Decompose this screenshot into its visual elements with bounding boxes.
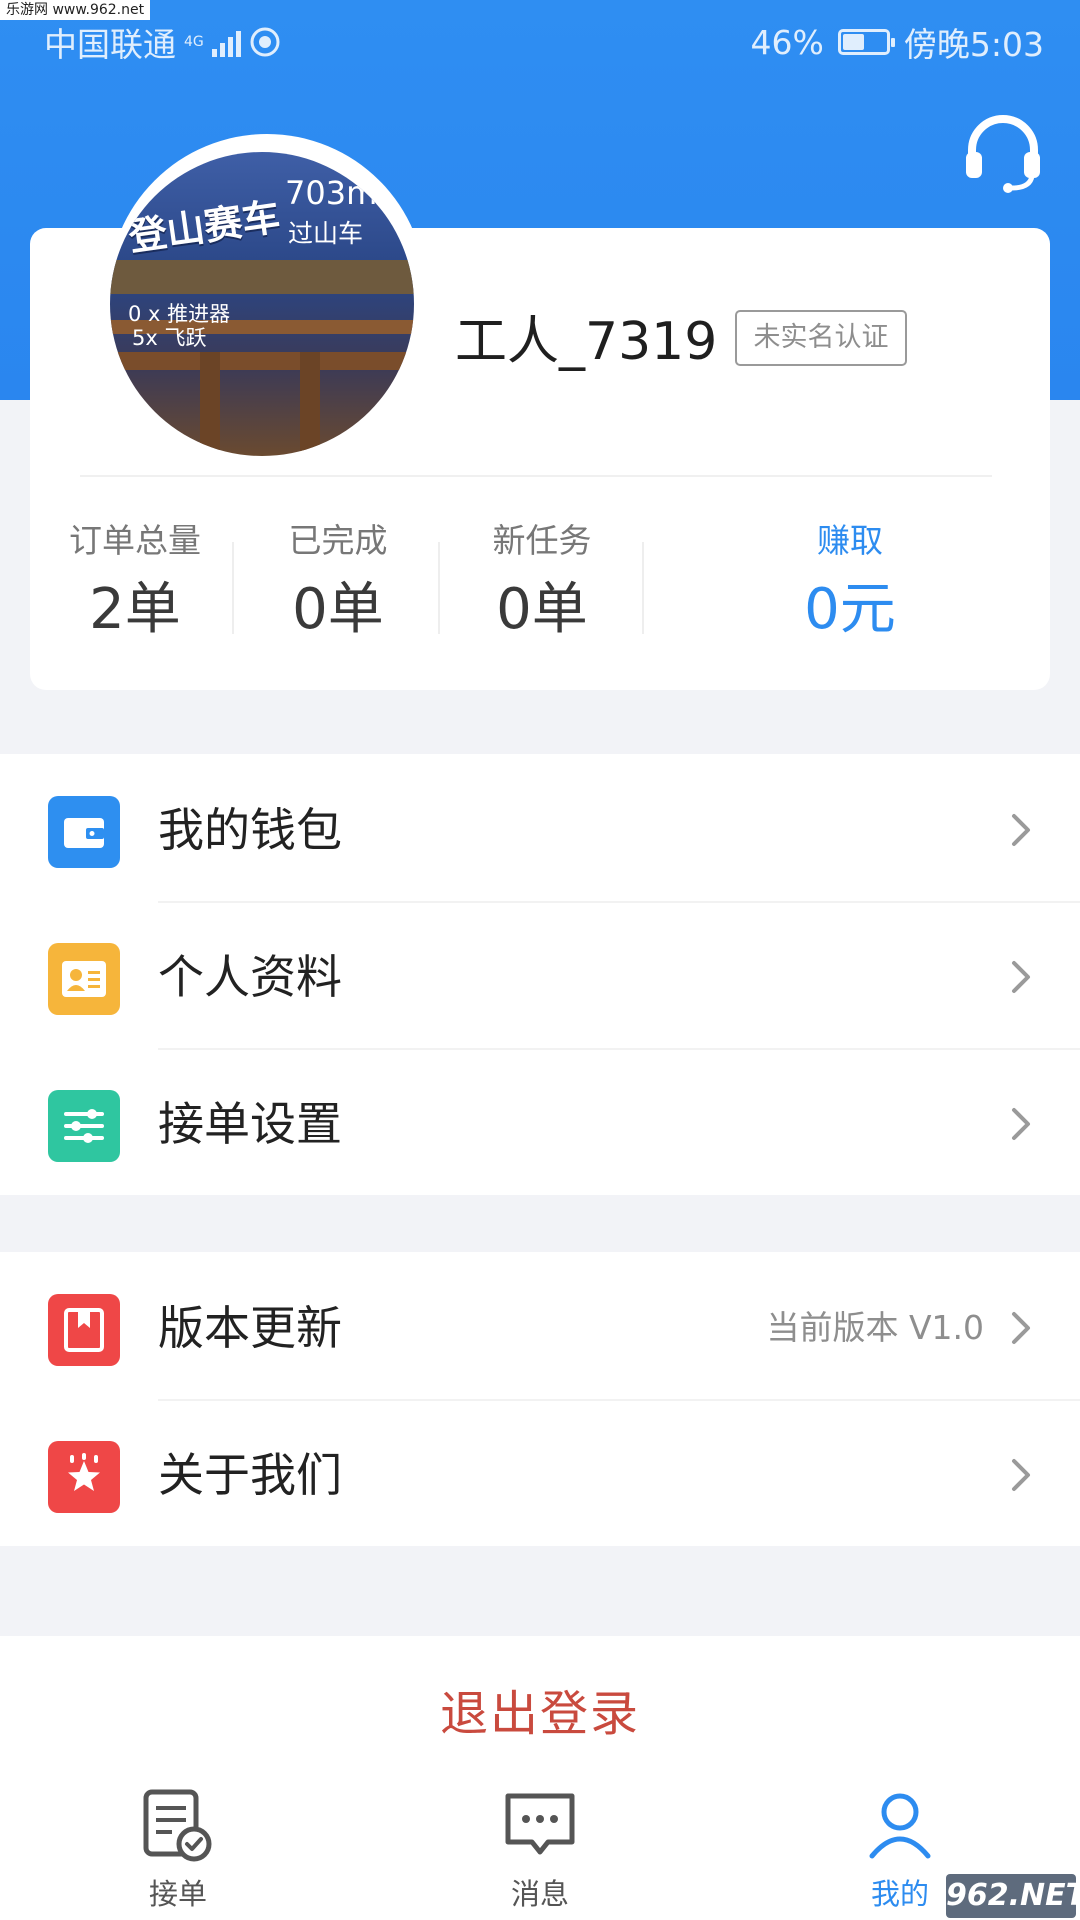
menu-item-wallet[interactable]: 我的钱包: [0, 754, 1080, 901]
menu-label: 版本更新: [158, 1301, 342, 1355]
tab-label: 接单: [148, 1877, 207, 1911]
avatar-art-beam: [110, 260, 414, 294]
menu-label: 个人资料: [158, 950, 342, 1004]
message-icon: [505, 1793, 575, 1855]
id-card-icon: [48, 943, 120, 1015]
chevron-right-icon: [1012, 1312, 1030, 1344]
watermark-top-left: 乐游网 www.962.net: [0, 0, 151, 20]
menu-item-about-us[interactable]: 关于我们: [0, 1399, 1080, 1546]
avatar-art-beam: [300, 352, 320, 456]
stat-divider: [232, 542, 234, 634]
stats-row: 订单总量 2单 已完成 0单 新任务 0单 赚取 0元: [30, 520, 1050, 660]
avatar-text: 703m: [285, 174, 378, 212]
chevron-right-icon: [1012, 1108, 1030, 1140]
stat-earnings[interactable]: 赚取 0元: [770, 520, 930, 648]
menu-label: 我的钱包: [158, 803, 342, 857]
hotspot-icon: [250, 27, 280, 57]
menu-item-order-settings[interactable]: 接单设置: [0, 1048, 1080, 1195]
menu-group-app: 版本更新 当前版本 V1.0 关于我们: [0, 1252, 1080, 1546]
watermark-bottom-right: 962.NET: [946, 1874, 1080, 1918]
avatar-text: 5x 飞跃: [132, 326, 207, 350]
customer-service-button[interactable]: [960, 108, 1046, 194]
verify-status-badge[interactable]: 未实名认证: [735, 310, 907, 366]
star-icon: [48, 1441, 120, 1513]
stat-label: 新任务: [492, 521, 592, 560]
carrier-name: 中国联通: [44, 25, 176, 64]
menu-group-account: 我的钱包 个人资料 接单设置: [0, 754, 1080, 1195]
user-icon: [869, 1793, 931, 1859]
stat-divider: [642, 542, 644, 634]
chevron-right-icon: [1012, 961, 1030, 993]
stat-label: 已完成: [288, 521, 388, 560]
menu-label: 关于我们: [158, 1448, 342, 1502]
sliders-icon: [48, 1090, 120, 1162]
tab-messages[interactable]: 消息: [440, 1770, 640, 1920]
avatar-art-beam: [110, 352, 414, 370]
stat-label: 订单总量: [69, 521, 201, 560]
logout-label: 退出登录: [439, 1686, 640, 1742]
stat-total-orders[interactable]: 订单总量 2单: [50, 520, 220, 648]
status-bar: 中国联通 4G 46% 傍晚5:03: [0, 0, 1080, 78]
battery-fill: [842, 34, 865, 50]
card-divider: [80, 475, 992, 477]
battery-percent: 46%: [750, 22, 824, 62]
chevron-right-icon: [1012, 1459, 1030, 1491]
order-check-icon: [143, 1789, 212, 1862]
bookmark-icon: [48, 1294, 120, 1366]
battery-icon: [837, 29, 895, 55]
bottom-tab-bar: 接单 消息 我的: [0, 1770, 1080, 1920]
status-left: 中国联通 4G: [44, 18, 281, 66]
clock: 傍晚5:03: [903, 25, 1044, 64]
tab-label: 消息: [510, 1877, 569, 1911]
current-version: 当前版本 V1.0: [766, 1308, 984, 1347]
stat-divider: [438, 542, 440, 634]
stat-value: 0元: [804, 577, 896, 642]
avatar-art-beam: [200, 352, 220, 456]
stat-value: 0单: [292, 577, 384, 642]
stat-new-tasks[interactable]: 新任务 0单: [462, 520, 622, 648]
status-right: 46% 傍晚5:03: [751, 18, 1044, 66]
menu-item-version-update[interactable]: 版本更新 当前版本 V1.0: [0, 1252, 1080, 1399]
chevron-right-icon: [1012, 814, 1030, 846]
stat-label: 赚取: [817, 521, 883, 560]
wallet-icon: [48, 796, 120, 868]
menu-label: 接单设置: [158, 1097, 342, 1151]
avatar-text: 过山车: [288, 219, 364, 248]
stat-value: 0单: [496, 577, 588, 642]
menu-item-profile[interactable]: 个人资料: [0, 901, 1080, 1048]
headset-icon: [966, 115, 1040, 193]
stat-value: 2单: [89, 577, 181, 642]
network-type: 4G: [184, 34, 204, 50]
username: 工人_7319: [455, 312, 718, 372]
signal-icon: [211, 27, 241, 57]
avatar[interactable]: 登山赛车 703m 过山车 0 x 推进器 5x 飞跃: [110, 152, 414, 456]
tab-orders[interactable]: 接单: [78, 1770, 278, 1920]
logout-button[interactable]: 退出登录: [0, 1636, 1080, 1782]
stat-completed[interactable]: 已完成 0单: [258, 520, 418, 648]
